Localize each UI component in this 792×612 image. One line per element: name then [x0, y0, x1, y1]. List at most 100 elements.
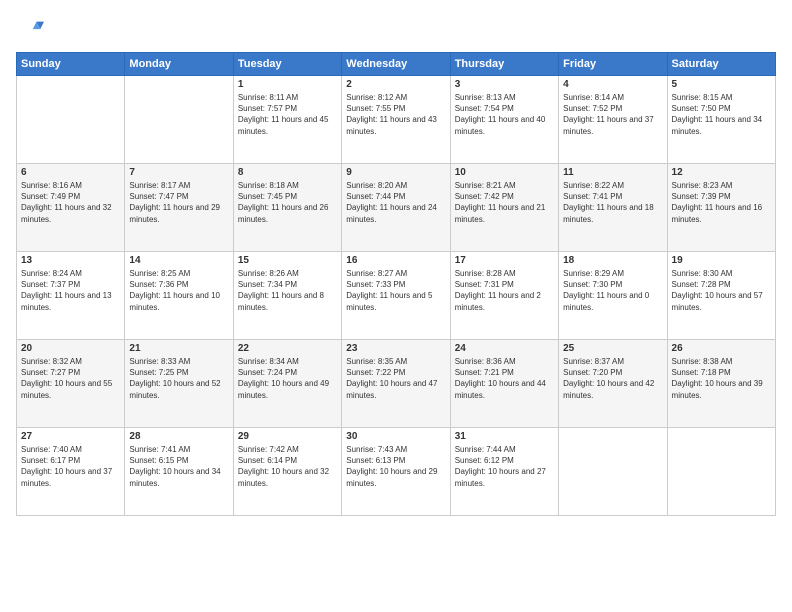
calendar-cell: 26 Sunrise: 8:38 AM Sunset: 7:18 PM Dayli…: [667, 340, 775, 428]
week-row-4: 27 Sunrise: 7:40 AM Sunset: 6:17 PM Dayli…: [17, 428, 776, 516]
calendar-table: SundayMondayTuesdayWednesdayThursdayFrid…: [16, 52, 776, 516]
calendar-cell: 29 Sunrise: 7:42 AM Sunset: 6:14 PM Dayli…: [233, 428, 341, 516]
calendar-cell: 9 Sunrise: 8:20 AM Sunset: 7:44 PM Daylig…: [342, 164, 450, 252]
calendar-cell: 6Sunrise: 8:16 AM Sunset: 7:49 PM Daylig…: [17, 164, 125, 252]
day-info: Sunrise: 8:28 AM Sunset: 7:31 PM Dayligh…: [455, 268, 554, 313]
day-number: 15: [238, 255, 337, 266]
day-number: 4: [563, 79, 662, 90]
day-number: 5: [672, 79, 771, 90]
day-number: 23: [346, 343, 445, 354]
day-info: Sunrise: 8:20 AM Sunset: 7:44 PM Dayligh…: [346, 180, 445, 225]
calendar-cell: 11 Sunrise: 8:22 AM Sunset: 7:41 PM Dayli…: [559, 164, 667, 252]
day-info: Sunrise: 8:26 AM Sunset: 7:34 PM Dayligh…: [238, 268, 337, 313]
day-number: 6: [21, 167, 120, 178]
calendar-cell: 5 Sunrise: 8:15 AM Sunset: 7:50 PM Daylig…: [667, 76, 775, 164]
day-number: 31: [455, 431, 554, 442]
calendar-cell: 15 Sunrise: 8:26 AM Sunset: 7:34 PM Dayli…: [233, 252, 341, 340]
day-info: Sunrise: 7:43 AM Sunset: 6:13 PM Dayligh…: [346, 444, 445, 489]
day-info: Sunrise: 8:15 AM Sunset: 7:50 PM Dayligh…: [672, 92, 771, 137]
day-number: 12: [672, 167, 771, 178]
calendar-cell: 27 Sunrise: 7:40 AM Sunset: 6:17 PM Dayli…: [17, 428, 125, 516]
day-info: Sunrise: 8:29 AM Sunset: 7:30 PM Dayligh…: [563, 268, 662, 313]
day-info: Sunrise: 8:38 AM Sunset: 7:18 PM Dayligh…: [672, 356, 771, 401]
week-row-0: 1 Sunrise: 8:11 AM Sunset: 7:57 PM Daylig…: [17, 76, 776, 164]
header-cell-friday: Friday: [559, 53, 667, 76]
calendar-cell: 7Sunrise: 8:17 AM Sunset: 7:47 PM Daylig…: [125, 164, 233, 252]
calendar-cell: [17, 76, 125, 164]
calendar-cell: 1 Sunrise: 8:11 AM Sunset: 7:57 PM Daylig…: [233, 76, 341, 164]
calendar-body: 1 Sunrise: 8:11 AM Sunset: 7:57 PM Daylig…: [17, 76, 776, 516]
day-number: 1: [238, 79, 337, 90]
header: [16, 12, 776, 44]
calendar-cell: 31 Sunrise: 7:44 AM Sunset: 6:12 PM Dayli…: [450, 428, 558, 516]
day-info: Sunrise: 8:33 AM Sunset: 7:25 PM Dayligh…: [129, 356, 228, 401]
day-number: 19: [672, 255, 771, 266]
day-info: Sunrise: 8:36 AM Sunset: 7:21 PM Dayligh…: [455, 356, 554, 401]
calendar-cell: 25Sunrise: 8:37 AM Sunset: 7:20 PM Dayli…: [559, 340, 667, 428]
day-info: Sunrise: 7:42 AM Sunset: 6:14 PM Dayligh…: [238, 444, 337, 489]
day-number: 30: [346, 431, 445, 442]
day-number: 29: [238, 431, 337, 442]
week-row-3: 20 Sunrise: 8:32 AM Sunset: 7:27 PM Dayli…: [17, 340, 776, 428]
calendar-cell: 2 Sunrise: 8:12 AM Sunset: 7:55 PM Daylig…: [342, 76, 450, 164]
day-info: Sunrise: 8:23 AM Sunset: 7:39 PM Dayligh…: [672, 180, 771, 225]
day-info: Sunrise: 8:27 AM Sunset: 7:33 PM Dayligh…: [346, 268, 445, 313]
day-number: 26: [672, 343, 771, 354]
calendar-cell: 17 Sunrise: 8:28 AM Sunset: 7:31 PM Dayli…: [450, 252, 558, 340]
day-number: 13: [21, 255, 120, 266]
calendar-cell: 18 Sunrise: 8:29 AM Sunset: 7:30 PM Dayli…: [559, 252, 667, 340]
day-number: 18: [563, 255, 662, 266]
day-info: Sunrise: 8:34 AM Sunset: 7:24 PM Dayligh…: [238, 356, 337, 401]
calendar-cell: 8 Sunrise: 8:18 AM Sunset: 7:45 PM Daylig…: [233, 164, 341, 252]
header-cell-saturday: Saturday: [667, 53, 775, 76]
day-info: Sunrise: 8:35 AM Sunset: 7:22 PM Dayligh…: [346, 356, 445, 401]
calendar-cell: [667, 428, 775, 516]
page: SundayMondayTuesdayWednesdayThursdayFrid…: [0, 0, 792, 612]
calendar-cell: [559, 428, 667, 516]
calendar-cell: 19 Sunrise: 8:30 AM Sunset: 7:28 PM Dayli…: [667, 252, 775, 340]
calendar-cell: 4 Sunrise: 8:14 AM Sunset: 7:52 PM Daylig…: [559, 76, 667, 164]
day-number: 8: [238, 167, 337, 178]
header-cell-monday: Monday: [125, 53, 233, 76]
day-info: Sunrise: 8:12 AM Sunset: 7:55 PM Dayligh…: [346, 92, 445, 137]
calendar-cell: 3 Sunrise: 8:13 AM Sunset: 7:54 PM Daylig…: [450, 76, 558, 164]
day-info: Sunrise: 8:17 AM Sunset: 7:47 PM Dayligh…: [129, 180, 228, 225]
day-info: Sunrise: 8:25 AM Sunset: 7:36 PM Dayligh…: [129, 268, 228, 313]
calendar-cell: 24Sunrise: 8:36 AM Sunset: 7:21 PM Dayli…: [450, 340, 558, 428]
day-number: 3: [455, 79, 554, 90]
day-number: 10: [455, 167, 554, 178]
logo-icon: [16, 16, 44, 44]
day-info: Sunrise: 8:14 AM Sunset: 7:52 PM Dayligh…: [563, 92, 662, 137]
day-number: 20: [21, 343, 120, 354]
calendar-cell: 23 Sunrise: 8:35 AM Sunset: 7:22 PM Dayli…: [342, 340, 450, 428]
calendar-cell: 28Sunrise: 7:41 AM Sunset: 6:15 PM Dayli…: [125, 428, 233, 516]
calendar-cell: 22 Sunrise: 8:34 AM Sunset: 7:24 PM Dayli…: [233, 340, 341, 428]
day-info: Sunrise: 8:18 AM Sunset: 7:45 PM Dayligh…: [238, 180, 337, 225]
day-number: 16: [346, 255, 445, 266]
calendar-cell: 20 Sunrise: 8:32 AM Sunset: 7:27 PM Dayli…: [17, 340, 125, 428]
day-info: Sunrise: 8:13 AM Sunset: 7:54 PM Dayligh…: [455, 92, 554, 137]
calendar-cell: 12 Sunrise: 8:23 AM Sunset: 7:39 PM Dayli…: [667, 164, 775, 252]
day-number: 2: [346, 79, 445, 90]
day-info: Sunrise: 8:22 AM Sunset: 7:41 PM Dayligh…: [563, 180, 662, 225]
day-number: 28: [129, 431, 228, 442]
day-info: Sunrise: 8:37 AM Sunset: 7:20 PM Dayligh…: [563, 356, 662, 401]
calendar-cell: 16 Sunrise: 8:27 AM Sunset: 7:33 PM Dayli…: [342, 252, 450, 340]
header-cell-wednesday: Wednesday: [342, 53, 450, 76]
week-row-2: 13 Sunrise: 8:24 AM Sunset: 7:37 PM Dayli…: [17, 252, 776, 340]
day-number: 22: [238, 343, 337, 354]
day-number: 21: [129, 343, 228, 354]
calendar-cell: 10Sunrise: 8:21 AM Sunset: 7:42 PM Dayli…: [450, 164, 558, 252]
day-number: 11: [563, 167, 662, 178]
day-info: Sunrise: 7:44 AM Sunset: 6:12 PM Dayligh…: [455, 444, 554, 489]
day-info: Sunrise: 8:24 AM Sunset: 7:37 PM Dayligh…: [21, 268, 120, 313]
day-info: Sunrise: 7:40 AM Sunset: 6:17 PM Dayligh…: [21, 444, 120, 489]
calendar-cell: 21 Sunrise: 8:33 AM Sunset: 7:25 PM Dayli…: [125, 340, 233, 428]
day-info: Sunrise: 8:30 AM Sunset: 7:28 PM Dayligh…: [672, 268, 771, 313]
day-number: 27: [21, 431, 120, 442]
day-number: 9: [346, 167, 445, 178]
day-info: Sunrise: 8:11 AM Sunset: 7:57 PM Dayligh…: [238, 92, 337, 137]
day-info: Sunrise: 8:32 AM Sunset: 7:27 PM Dayligh…: [21, 356, 120, 401]
calendar-cell: [125, 76, 233, 164]
day-number: 17: [455, 255, 554, 266]
